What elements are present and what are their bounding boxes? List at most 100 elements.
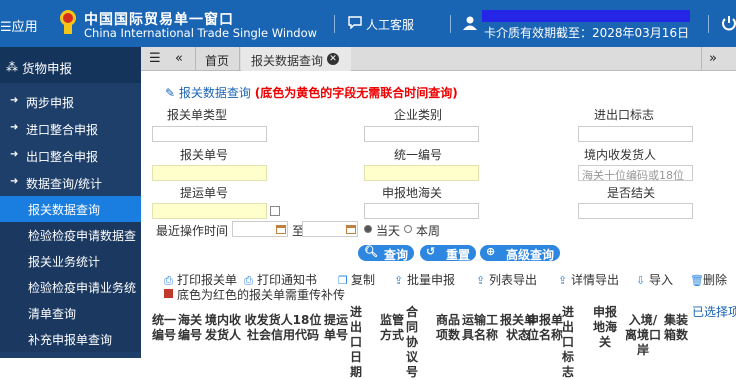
- label-consignee: 境内收发货人: [584, 148, 657, 162]
- detail-export-button[interactable]: ⇪ 详情导出: [558, 271, 619, 289]
- query-button[interactable]: 🔍︎ 查询: [358, 245, 414, 262]
- batch-declare-button[interactable]: ⇪ 批量申报: [394, 271, 455, 289]
- tool-label: 打印报关单: [177, 273, 238, 287]
- list-export-button[interactable]: ⇪ 列表导出: [476, 271, 537, 289]
- tool-label: 导入: [649, 273, 674, 287]
- sidebar-subitem-decl-query[interactable]: 报关数据查询: [0, 196, 141, 222]
- radio-this-week[interactable]: [404, 225, 412, 233]
- sidebar-subitem-business-stats[interactable]: 报关业务统计: [0, 248, 141, 274]
- column-header[interactable]: 申报地海关: [591, 305, 619, 350]
- customs-emblem-icon: [60, 10, 76, 34]
- label-entry-no: 报关单号: [180, 148, 229, 162]
- column-header[interactable]: 进出口标志: [561, 305, 575, 380]
- sidebar-item-query-stats[interactable]: ➜ 数据查询/统计: [0, 170, 141, 196]
- column-header[interactable]: 监管方式: [379, 313, 405, 343]
- sidebar-item-label: 进口整合申报: [26, 123, 99, 137]
- scroll-left-icon[interactable]: «: [175, 51, 183, 66]
- red-legend-note: 底色为红色的报关单需重传补传: [177, 288, 346, 302]
- column-header[interactable]: 运输工具名称: [461, 313, 499, 343]
- sidebar: ⁂ 货物申报 ➜ 两步申报 ➜ 进口整合申报 ➜ 出口整合申报 ➜ 数据查询/统…: [0, 47, 141, 358]
- start-date-input[interactable]: [232, 221, 288, 237]
- column-header[interactable]: 商品项数: [435, 313, 461, 343]
- label-today: 当天: [376, 224, 401, 238]
- decl-type-select[interactable]: [152, 126, 267, 142]
- sidebar-subitem-supplement-query[interactable]: 补充申报单查询: [0, 326, 141, 352]
- calendar-icon[interactable]: [346, 225, 356, 234]
- column-header[interactable]: 入境/离境口岸: [623, 313, 663, 358]
- tool-label: 批量申报: [407, 273, 456, 287]
- consignee-input[interactable]: 海关十位编码或18位: [578, 165, 693, 182]
- results-table-header: 统一编号 海关编号 境内收发货人 收发货人18位社会信用代码 提运单号 进出口日…: [141, 303, 736, 379]
- apps-icon: ☰: [0, 20, 12, 35]
- header-divider: [334, 15, 335, 33]
- decl-port-select[interactable]: [364, 203, 479, 219]
- customer-service-link[interactable]: 人工客服: [366, 16, 414, 33]
- apps-label: 应用: [11, 20, 38, 35]
- close-tab-icon[interactable]: ✕: [327, 53, 339, 65]
- sidebar-subitem-label: 补充申报单查询: [28, 333, 113, 347]
- sidebar-subitem-inspection-stats[interactable]: 检验检疫申请业务统: [0, 274, 141, 300]
- query-button-label: 查询: [384, 248, 409, 262]
- scroll-right-icon[interactable]: »: [709, 51, 717, 66]
- selected-columns-link[interactable]: 已选择项: [692, 305, 736, 320]
- import-button[interactable]: ⇩ 导入: [636, 271, 673, 289]
- red-legend-swatch: [164, 289, 173, 298]
- import-icon: ⇩: [636, 274, 646, 287]
- tab-decl-query[interactable]: 报关数据查询 ✕: [241, 47, 351, 71]
- tab-label: 报关数据查询: [251, 54, 324, 68]
- label-ie-flag: 进出口标志: [594, 108, 655, 122]
- calendar-icon[interactable]: [276, 225, 286, 234]
- advanced-query-button[interactable]: ⊕ 高级查询: [480, 245, 560, 262]
- export-icon: ⇪: [476, 274, 486, 287]
- tab-divider: [195, 47, 196, 71]
- column-header[interactable]: 合同协议号: [405, 305, 419, 380]
- sidebar-subitem-inspection-query[interactable]: 检验检疫申请数据查: [0, 222, 141, 248]
- label-this-week: 本周: [416, 224, 441, 238]
- tool-label: 删除: [703, 273, 728, 287]
- label-unified-no: 统一编号: [394, 148, 443, 162]
- apps-menu[interactable]: ☰应用: [0, 16, 38, 35]
- sign-in-icon: ➜: [10, 122, 19, 133]
- column-header[interactable]: 统一编号: [151, 313, 177, 343]
- sidebar-item-label: 数据查询/统计: [26, 177, 103, 191]
- radio-today[interactable]: [364, 225, 372, 233]
- arrow-right-icon: ➜: [10, 95, 19, 106]
- delete-button[interactable]: 🗑︎删除: [690, 271, 727, 289]
- sidebar-header[interactable]: ⁂ 货物申报: [0, 47, 141, 83]
- header-divider: [450, 15, 451, 33]
- column-header[interactable]: 进出口日期: [349, 305, 363, 380]
- column-header[interactable]: 境内收发货人: [203, 313, 243, 343]
- enterprise-type-select[interactable]: [364, 126, 479, 142]
- form-note: (底色为黄色的字段无需联合时间查询): [254, 86, 458, 100]
- closed-select[interactable]: [578, 203, 693, 219]
- column-header[interactable]: 海关编号: [177, 313, 203, 343]
- sidebar-subitem-list-query[interactable]: 清单查询: [0, 300, 141, 326]
- column-header[interactable]: 申报单位名称: [525, 313, 565, 343]
- tab-home[interactable]: 首页: [205, 52, 229, 69]
- chat-icon: [348, 16, 362, 29]
- sidebar-subitem-label: 报关业务统计: [28, 255, 101, 269]
- column-header[interactable]: 集装箱数: [663, 313, 689, 343]
- edit-icon: ✎: [165, 86, 176, 100]
- logout-power-icon[interactable]: [720, 14, 736, 32]
- sidebar-subitem-label: 检验检疫申请数据查: [28, 229, 137, 243]
- tool-label: 复制: [351, 273, 376, 287]
- entry-no-input[interactable]: [152, 165, 267, 181]
- export-icon: ⇪: [558, 274, 568, 287]
- ie-flag-select[interactable]: [578, 126, 693, 142]
- end-date-input[interactable]: [302, 221, 358, 237]
- bl-no-checkbox[interactable]: [270, 206, 280, 216]
- column-header[interactable]: 收发货人18位社会信用代码: [243, 313, 323, 343]
- bl-no-input[interactable]: [152, 203, 267, 219]
- reset-button[interactable]: ↺ 重置: [420, 245, 476, 262]
- sidebar-subitem-label: 清单查询: [28, 307, 77, 321]
- top-header: ☰应用 中国国际贸易单一窗口 China International Trade…: [0, 0, 736, 47]
- unified-no-input[interactable]: [364, 165, 479, 181]
- label-enterprise-type: 企业类别: [394, 108, 443, 122]
- menu-toggle-icon[interactable]: ☰: [149, 51, 161, 66]
- sidebar-item-import[interactable]: ➜ 进口整合申报: [0, 116, 141, 142]
- sidebar-item-two-step[interactable]: ➜ 两步申报: [0, 89, 141, 115]
- sidebar-item-export[interactable]: ➜ 出口整合申报: [0, 143, 141, 169]
- site-title-en: China International Trade Single Window: [84, 26, 318, 40]
- column-header[interactable]: 提运单号: [323, 313, 349, 343]
